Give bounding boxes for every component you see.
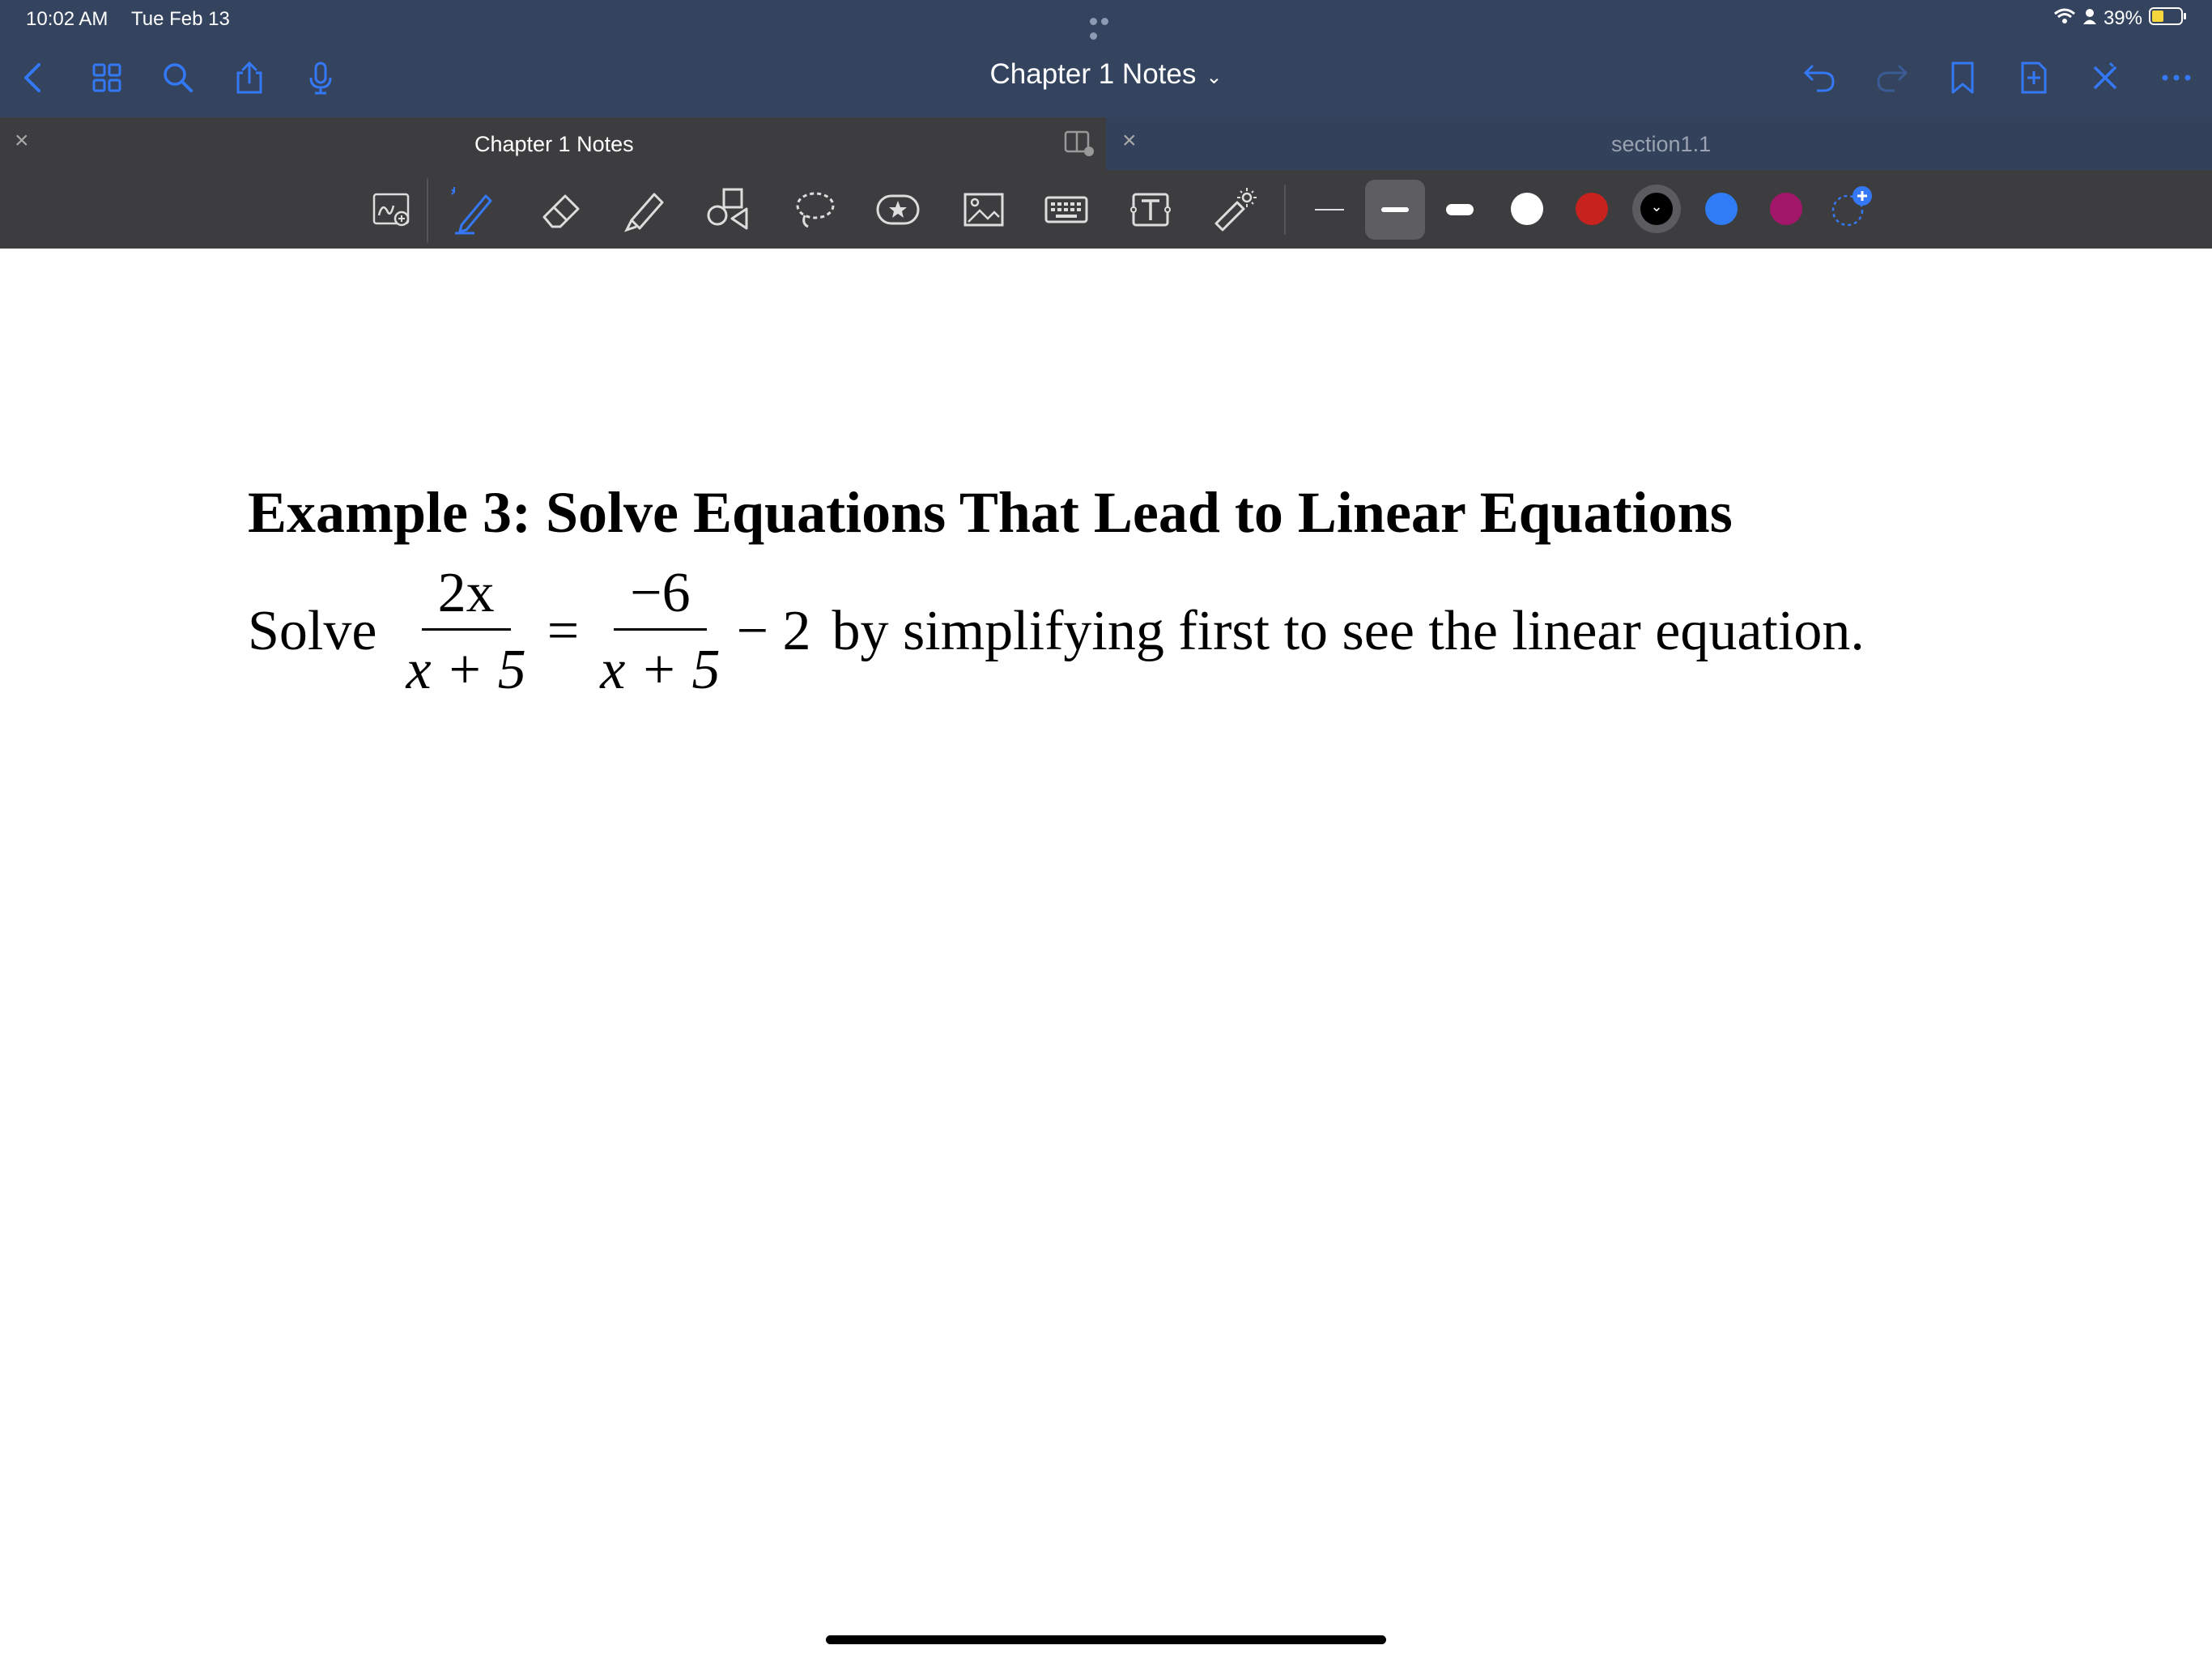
fraction-right-denominator: x + 5	[600, 638, 721, 701]
add-page-icon[interactable]	[2013, 57, 2055, 99]
tab-bar: × Chapter 1 Notes × section1.1	[0, 117, 2212, 170]
tab-chapter-1-notes[interactable]: × Chapter 1 Notes	[0, 117, 1106, 170]
highlighter-icon[interactable]	[619, 183, 672, 236]
navigation-header: 10:02 AM Tue Feb 13 39% Chapter 1 Notes ⌄	[0, 0, 2212, 117]
toolbar-divider	[1284, 185, 1286, 235]
fraction-right: −6 x + 5	[593, 564, 726, 701]
close-tools-icon[interactable]	[2084, 57, 2126, 99]
stroke-thick-option[interactable]	[1446, 204, 1474, 215]
fraction-right-numerator: −6	[614, 564, 707, 631]
person-icon	[2082, 7, 2097, 31]
undo-icon[interactable]	[1799, 57, 1841, 99]
document-title[interactable]: Chapter 1 Notes	[990, 58, 1197, 90]
split-view-icon[interactable]	[1064, 129, 1096, 162]
stroke-medium-option[interactable]	[1365, 180, 1425, 240]
battery-icon	[2149, 6, 2188, 32]
equals-sign: =	[547, 600, 580, 662]
grid-view-icon[interactable]	[86, 57, 128, 99]
tab-title: Chapter 1 Notes	[474, 132, 634, 156]
color-magenta-swatch[interactable]	[1770, 193, 1802, 225]
color-black-swatch-selected[interactable]: ⌄	[1632, 185, 1681, 233]
problem-suffix: by simplifying first to see the linear e…	[832, 600, 1865, 662]
bookmark-icon[interactable]	[1942, 57, 1984, 99]
chevron-down-icon[interactable]: ⌄	[1206, 66, 1222, 88]
status-right: 39%	[2053, 6, 2188, 31]
tab-title: section1.1	[1611, 132, 1712, 156]
problem-statement: Solve 2x x + 5 = −6 x + 5 − 2 by simplif…	[248, 538, 1865, 725]
color-blue-swatch[interactable]	[1705, 193, 1738, 225]
image-icon[interactable]	[957, 183, 1010, 236]
back-icon[interactable]	[13, 57, 55, 99]
zoom-window-icon[interactable]	[366, 183, 419, 236]
example-heading: Example 3: Solve Equations That Lead to …	[248, 480, 1733, 545]
eraser-icon[interactable]	[534, 183, 588, 236]
status-time: 10:02 AM	[26, 8, 108, 30]
shapes-icon[interactable]	[703, 183, 756, 236]
color-white-swatch[interactable]	[1511, 193, 1543, 225]
lasso-icon[interactable]	[789, 183, 842, 236]
more-options-icon[interactable]	[2155, 57, 2197, 99]
redo-icon[interactable]	[1870, 57, 1912, 99]
status-date: Tue Feb 13	[131, 8, 230, 30]
close-tab-icon[interactable]: ×	[1122, 127, 1137, 155]
share-icon[interactable]	[228, 57, 270, 99]
battery-percent: 39%	[2103, 7, 2142, 29]
pen-icon[interactable]	[445, 183, 499, 236]
close-tab-icon[interactable]: ×	[15, 127, 29, 155]
elements-icon[interactable]	[871, 183, 925, 236]
add-color-icon[interactable]	[1828, 185, 1875, 232]
laser-pointer-icon[interactable]	[1208, 183, 1261, 236]
search-icon[interactable]	[157, 57, 199, 99]
color-red-swatch[interactable]	[1576, 193, 1608, 225]
chevron-down-icon: ⌄	[1640, 193, 1673, 225]
microphone-icon[interactable]	[300, 57, 342, 99]
drawing-toolbar: ⌄	[0, 170, 2212, 249]
wifi-icon	[2053, 7, 2076, 31]
problem-tail: − 2	[736, 600, 811, 662]
notebook-page[interactable]	[0, 249, 2212, 1658]
problem-prefix: Solve	[248, 600, 377, 662]
multitasking-dots-icon[interactable]	[1090, 15, 1122, 40]
text-box-icon[interactable]	[1124, 183, 1177, 236]
keyboard-icon[interactable]	[1040, 183, 1093, 236]
fraction-left-numerator: 2x	[421, 564, 511, 631]
tab-section1-1[interactable]: × section1.1	[1106, 117, 2212, 170]
home-indicator[interactable]	[826, 1635, 1386, 1644]
fraction-left-denominator: x + 5	[406, 638, 526, 701]
toolbar-divider	[427, 178, 428, 243]
stroke-thin-option[interactable]	[1315, 209, 1344, 210]
fraction-left: 2x x + 5	[399, 564, 532, 701]
